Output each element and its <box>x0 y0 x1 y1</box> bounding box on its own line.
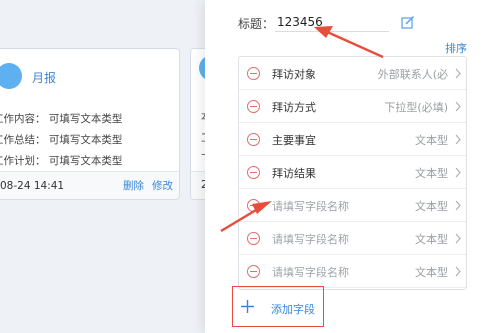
report-card-title: 月报 <box>32 71 57 85</box>
field-row[interactable]: 拜访结果 文本型 <box>239 156 466 189</box>
remove-circle-icon[interactable] <box>247 67 260 80</box>
chevron-right-icon <box>455 200 461 211</box>
chevron-right-icon <box>455 167 461 178</box>
report-card-rows: 工作内容： 可填写文本类型 工作总结： 可填写文本类型 工作计划： 可填写文本类… <box>0 109 179 172</box>
chevron-right-icon <box>455 266 461 277</box>
field-name: 拜访结果 <box>272 167 316 180</box>
plus-icon <box>241 300 254 313</box>
field-type: 下拉型(必填) <box>384 101 448 114</box>
field-row[interactable]: 请填写字段名称 文本型 <box>239 222 466 255</box>
sort-link[interactable]: 排序 <box>445 40 467 56</box>
field-row[interactable]: 拜访对象 外部联系人(必 <box>239 57 466 90</box>
remove-circle-icon[interactable] <box>247 166 260 179</box>
field-type: 文本型 <box>415 233 448 246</box>
field-name: 主要事宜 <box>272 134 316 147</box>
field-name: 拜访对象 <box>272 68 316 81</box>
add-field-label: 添加字段 <box>271 303 315 316</box>
field-type: 文本型 <box>415 167 448 180</box>
field-name: 拜访方式 <box>272 101 316 114</box>
report-row-content: 工作内容： 可填写文本类型 <box>0 113 123 125</box>
remove-circle-icon[interactable] <box>247 232 260 245</box>
delete-link[interactable]: 删除 <box>123 172 144 199</box>
field-type: 文本型 <box>415 266 448 279</box>
field-type: 文本型 <box>415 200 448 213</box>
report-avatar-icon <box>0 63 22 89</box>
field-name-input[interactable]: 请填写字段名称 <box>272 264 362 279</box>
template-edit-panel: 标题： 123456 排序 拜访对象 外部联系人(必 拜访方式 下拉型(必填) … <box>205 0 500 333</box>
field-name-input[interactable]: 请填写字段名称 <box>272 198 362 213</box>
report-card-header: 月报 <box>0 59 179 89</box>
remove-circle-icon[interactable] <box>247 265 260 278</box>
chevron-right-icon <box>455 101 461 112</box>
field-row[interactable]: 拜访方式 下拉型(必填) <box>239 90 466 123</box>
edit-link[interactable]: 修改 <box>152 172 173 199</box>
remove-circle-icon[interactable] <box>247 133 260 146</box>
chevron-right-icon <box>455 233 461 244</box>
title-label: 标题： <box>238 17 275 31</box>
field-row[interactable]: 请填写字段名称 文本型 <box>239 255 466 288</box>
field-type: 文本型 <box>415 134 448 147</box>
add-field-button[interactable]: 添加字段 <box>232 286 324 327</box>
report-timestamp: 08-24 14:41 <box>0 180 65 192</box>
field-list: 拜访对象 外部联系人(必 拜访方式 下拉型(必填) 主要事宜 文本型 拜访结果 … <box>238 56 467 290</box>
chevron-right-icon <box>455 68 461 79</box>
report-card-footer: 08-24 14:41 删除 修改 <box>0 171 179 199</box>
remove-circle-icon[interactable] <box>247 199 260 212</box>
field-row[interactable]: 请填写字段名称 文本型 <box>239 189 466 222</box>
report-row-summary: 工作总结： 可填写文本类型 <box>0 134 123 146</box>
field-row[interactable]: 主要事宜 文本型 <box>239 123 466 156</box>
chevron-right-icon <box>455 134 461 145</box>
remove-circle-icon[interactable] <box>247 100 260 113</box>
field-type: 外部联系人(必 <box>377 68 448 81</box>
report-card: 月报 工作内容： 可填写文本类型 工作总结： 可填写文本类型 工作计划： 可填写… <box>0 48 180 200</box>
title-input[interactable]: 123456 <box>277 15 323 29</box>
field-name-input[interactable]: 请填写字段名称 <box>272 231 362 246</box>
report-row-plan: 工作计划： 可填写文本类型 <box>0 155 123 167</box>
edit-icon[interactable] <box>401 15 415 29</box>
title-underline <box>275 31 389 32</box>
